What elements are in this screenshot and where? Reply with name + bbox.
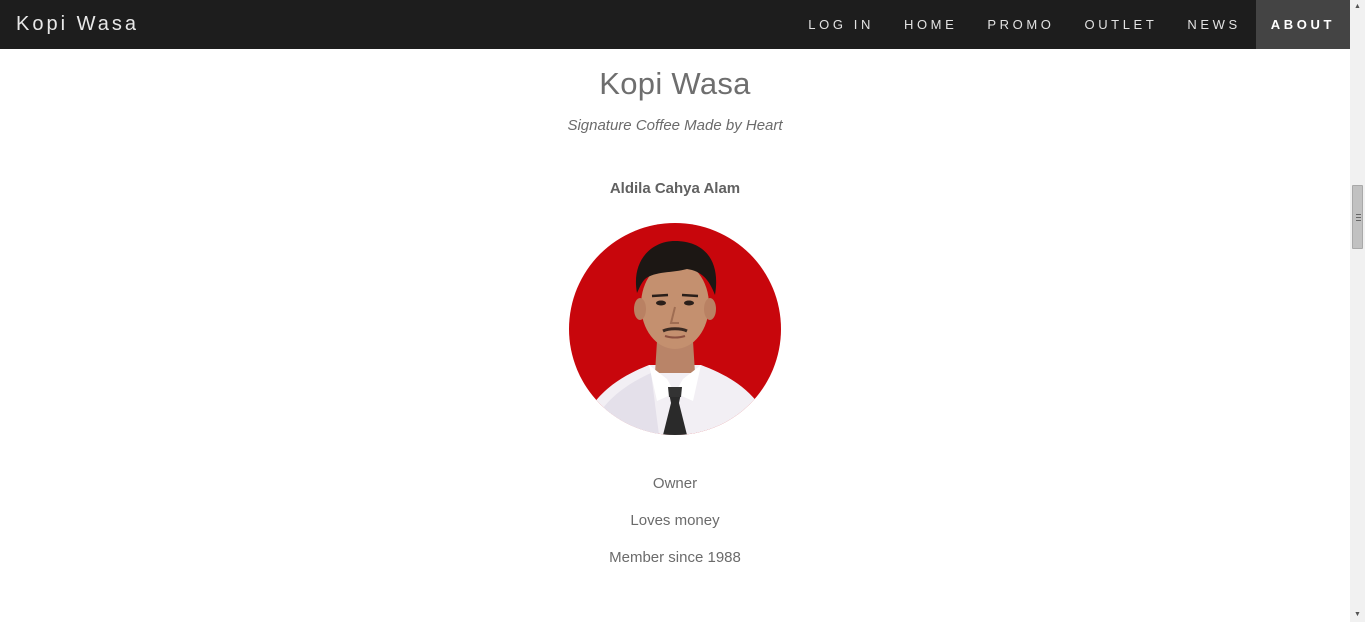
profile-role: Owner [652,475,698,492]
grip-icon [1356,214,1361,221]
scroll-up-arrow-icon[interactable]: ▲ [1350,0,1365,14]
profile-photo [569,223,781,435]
scroll-down-arrow-icon[interactable]: ▼ [1350,608,1365,622]
vertical-scrollbar[interactable]: ▲ ▼ [1350,0,1365,622]
scrollbar-thumb[interactable] [1352,185,1363,249]
brand-link[interactable]: Kopi Wasa [16,0,139,49]
profile-trait: Loves money [630,512,720,529]
nav-item-home[interactable]: HOME [889,0,972,49]
nav-item-login[interactable]: LOG IN [793,0,889,49]
nav-item-promo[interactable]: PROMO [972,0,1069,49]
page-tagline: Signature Coffee Made by Heart [567,117,783,134]
nav-menu: LOG IN HOME PROMO OUTLET NEWS ABOUT [793,0,1350,49]
profile-member-since: Member since 1988 [609,549,741,566]
profile-name: Aldila Cahya Alam [609,180,741,197]
page: Kopi Wasa LOG IN HOME PROMO OUTLET NEWS … [0,0,1365,622]
nav-item-news[interactable]: NEWS [1172,0,1255,49]
page-title: Kopi Wasa [599,66,751,101]
nav-item-about[interactable]: ABOUT [1255,0,1350,49]
nav-item-outlet[interactable]: OUTLET [1069,0,1172,49]
top-navbar: Kopi Wasa LOG IN HOME PROMO OUTLET NEWS … [0,0,1350,49]
